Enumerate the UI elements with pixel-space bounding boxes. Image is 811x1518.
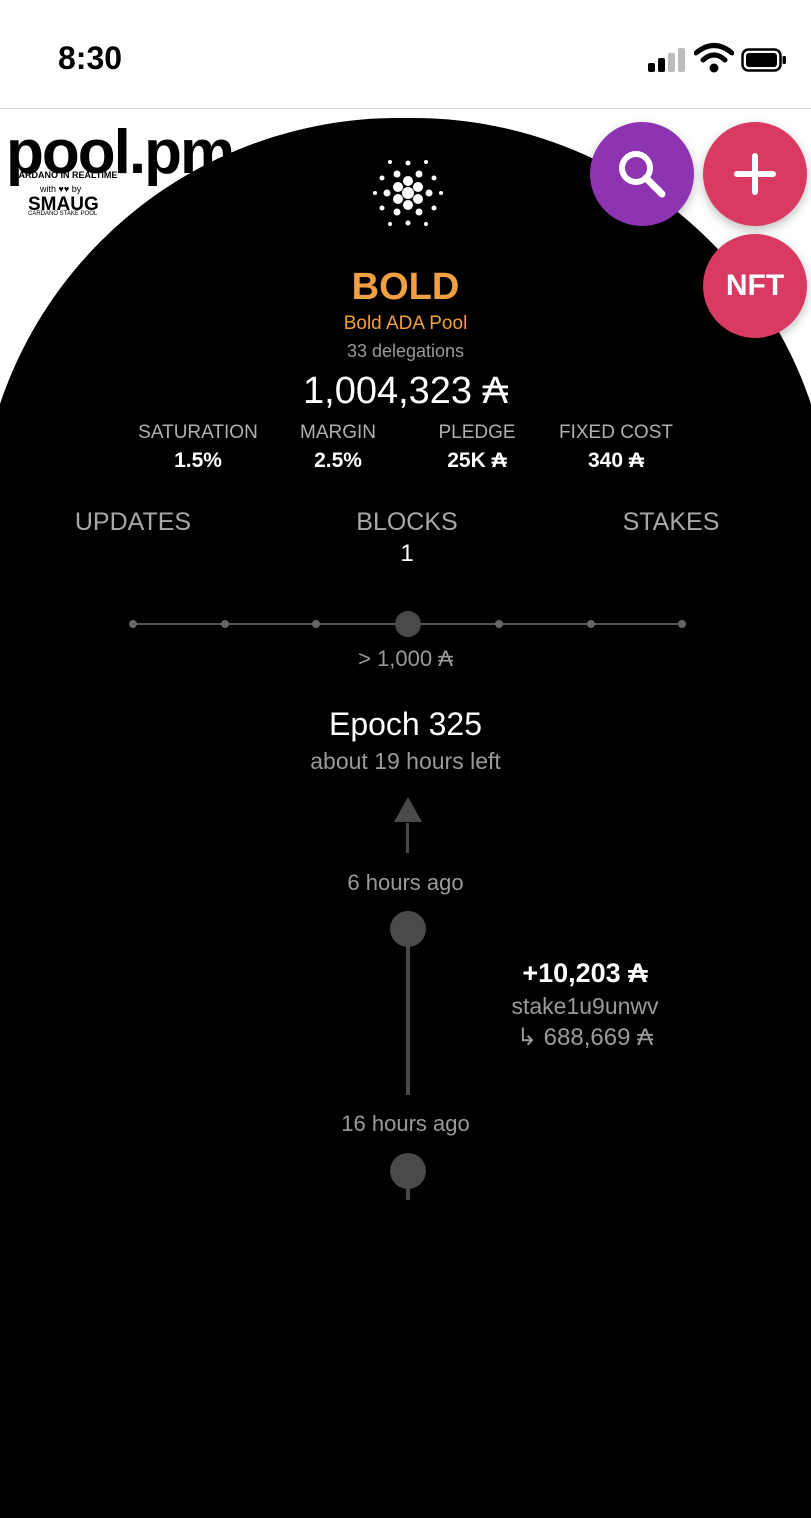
timeline-time: 16 hours ago bbox=[341, 1111, 470, 1136]
tab-stakes[interactable]: STAKES bbox=[571, 508, 771, 537]
stat-label: MARGIN bbox=[300, 422, 376, 443]
slider-step[interactable] bbox=[312, 620, 320, 628]
delegations-count: 33 delegations bbox=[346, 341, 465, 361]
stat-margin: MARGIN 2.5% bbox=[258, 422, 418, 473]
stat-value: 340 ₳ bbox=[587, 449, 645, 472]
battery-icon bbox=[741, 48, 786, 72]
timeline-time: 6 hours ago bbox=[347, 870, 464, 895]
wifi-icon bbox=[694, 43, 734, 73]
epoch-remaining: about 19 hours left bbox=[310, 748, 501, 774]
stake-event[interactable]: +10,203 ₳ stake1u9unwv ↳ 688,669 ₳ bbox=[480, 958, 690, 1052]
slider-step[interactable] bbox=[221, 620, 229, 628]
status-bar: 8:30 bbox=[0, 0, 811, 109]
logo-partner-sub: CARDANO STAKE POOL bbox=[28, 211, 98, 217]
epoch-title: Epoch 325 bbox=[328, 706, 482, 742]
event-address[interactable]: stake1u9unwv bbox=[480, 993, 690, 1020]
event-balance: ↳ 688,669 ₳ bbox=[516, 1024, 654, 1051]
add-button[interactable] bbox=[703, 122, 807, 226]
stat-label: FIXED COST bbox=[558, 422, 673, 443]
stat-label: PLEDGE bbox=[438, 422, 516, 443]
slider-step[interactable] bbox=[129, 620, 137, 628]
pool-ticker: BOLD bbox=[351, 266, 460, 308]
logo-with-by: with ♥♥ by bbox=[40, 184, 82, 194]
stat-value: 25K ₳ bbox=[447, 449, 507, 472]
stat-pledge: PLEDGE 25K ₳ bbox=[397, 422, 557, 473]
timeline-arrow-up-icon bbox=[394, 797, 422, 822]
tab-updates[interactable]: UPDATES bbox=[33, 508, 233, 537]
stat-value: 2.5% bbox=[314, 449, 362, 472]
logo-tagline: CARDANO IN REALTIME bbox=[12, 170, 118, 180]
total-stake: 1,004,323 ₳ bbox=[303, 370, 508, 412]
tab-blocks[interactable]: BLOCKS bbox=[307, 508, 507, 537]
search-button[interactable] bbox=[590, 122, 694, 226]
status-time: 8:30 bbox=[58, 40, 123, 76]
slider-step[interactable] bbox=[678, 620, 686, 628]
event-amount: +10,203 ₳ bbox=[522, 958, 648, 988]
cellular-signal-icon bbox=[648, 46, 686, 72]
search-icon bbox=[619, 151, 666, 198]
stat-label: SATURATION bbox=[138, 422, 258, 443]
timeline-line bbox=[406, 940, 410, 1095]
stat-value: 1.5% bbox=[174, 449, 222, 472]
slider-step[interactable] bbox=[587, 620, 595, 628]
stat-saturation: SATURATION 1.5% bbox=[118, 422, 278, 473]
stat-fixed-cost: FIXED COST 340 ₳ bbox=[536, 422, 696, 473]
filter-value: > 1,000 ₳ bbox=[358, 646, 453, 671]
timeline-line bbox=[406, 1180, 410, 1200]
slider-handle[interactable] bbox=[395, 611, 421, 637]
slider-step[interactable] bbox=[495, 620, 503, 628]
poolpm-logo[interactable]: pool.pm CARDANO IN REALTIME with ♥♥ by S… bbox=[6, 122, 235, 222]
plus-icon bbox=[734, 153, 776, 195]
cardano-logo-icon bbox=[373, 160, 443, 226]
tab-blocks-count: 1 bbox=[400, 540, 414, 567]
timeline-arrow-stem bbox=[406, 823, 409, 853]
pool-name: Bold ADA Pool bbox=[343, 313, 468, 334]
